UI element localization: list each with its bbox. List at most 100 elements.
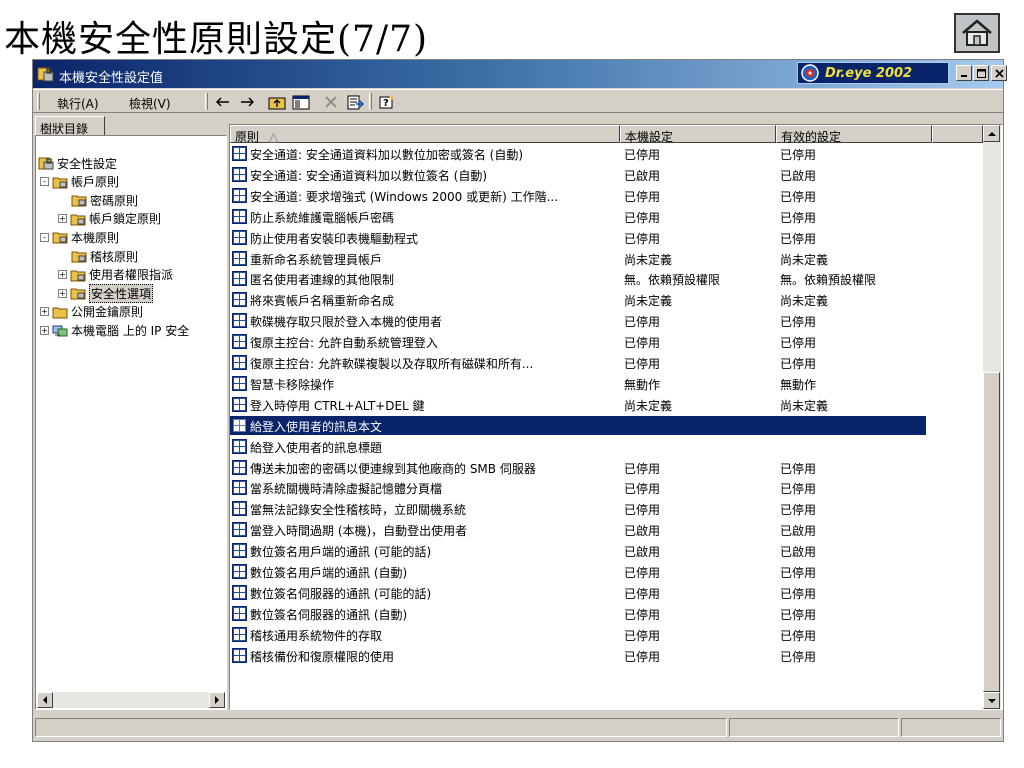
menu-action[interactable]: 執行(A) (57, 95, 99, 112)
export-list-button[interactable] (345, 93, 365, 111)
delete-button[interactable] (321, 93, 341, 111)
status-bar (33, 716, 1003, 740)
collapse-icon[interactable]: - (40, 232, 49, 242)
table-row[interactable]: 給登入使用者的訊息標題 (230, 437, 926, 456)
table-row[interactable]: 稽核備份和復原權限的使用 已停用 已停用 (230, 646, 926, 665)
tree-item[interactable]: + 本機電腦 上的 IP 安全 (40, 321, 189, 339)
table-row[interactable]: 軟碟機存取只限於登入本機的使用者 已停用 已停用 (230, 311, 926, 330)
expand-icon[interactable]: + (58, 288, 67, 298)
policy-icon (232, 271, 247, 287)
tree-item[interactable]: + 安全性選項 (58, 283, 154, 303)
local-setting: 無動作 (624, 377, 661, 392)
dreye-toolbar[interactable]: Dr.eye 2002 (797, 62, 949, 84)
table-row[interactable]: 數位簽名伺服器的通訊 (自動) 已停用 已停用 (230, 604, 926, 623)
policy-name: 給登入使用者的訊息標題 (250, 440, 383, 455)
table-row[interactable]: 安全通道: 安全通道資料加以數位簽名 (自動) 已啟用 已啟用 (230, 165, 926, 184)
tree-item[interactable]: - 帳戶原則 (40, 173, 119, 191)
scroll-right-button[interactable] (209, 692, 225, 708)
table-row[interactable]: 當無法記錄安全性稽核時，立即關機系統 已停用 已停用 (230, 499, 926, 518)
table-row[interactable]: 防止系統維護電腦帳戶密碼 已停用 已停用 (230, 207, 926, 226)
window-title-bar[interactable]: 本機安全性設定值 Dr.eye 2002 (33, 60, 1007, 88)
table-row[interactable]: 防止使用者安裝印表機驅動程式 已停用 已停用 (230, 228, 926, 247)
dreye-label: Dr.eye 2002 (825, 65, 913, 81)
policy-name: 稽核備份和復原權限的使用 (250, 649, 395, 664)
toolbar-grip[interactable] (369, 93, 372, 110)
forward-button[interactable] (237, 93, 257, 111)
close-button[interactable] (991, 65, 1007, 81)
tree-item[interactable]: 密碼原則 (71, 191, 138, 209)
local-setting: 已停用 (624, 566, 661, 580)
back-arrow-icon (216, 97, 229, 107)
column-header-label: 原則 (235, 130, 260, 144)
expand-icon[interactable]: + (40, 307, 49, 317)
tree-item[interactable]: 稽核原則 (71, 247, 138, 265)
table-row[interactable]: 復原主控台: 允許自動系統管理登入 已停用 已停用 (230, 332, 926, 351)
tab-tree[interactable]: 樹狀目錄 (35, 116, 105, 136)
collapse-icon[interactable]: - (40, 177, 49, 187)
effective-setting: 已停用 (780, 315, 817, 330)
scroll-left-button[interactable] (37, 692, 53, 708)
tree-item[interactable]: + 公開金鑰原則 (40, 303, 143, 321)
table-row[interactable]: 安全通道: 安全通道資料加以數位加密或簽名 (自動) 已停用 已停用 (230, 144, 926, 163)
scroll-thumb[interactable] (983, 372, 1000, 692)
toolbar-grip[interactable] (37, 93, 40, 110)
tree-item[interactable]: + 帳戶鎖定原則 (58, 210, 161, 228)
table-row[interactable]: 匿名使用者連線的其他限制 無。依賴預設權限 無。依賴預設權限 (230, 269, 926, 288)
tree-item[interactable]: + 使用者權限指派 (58, 266, 173, 284)
expand-icon[interactable]: + (40, 325, 49, 335)
table-row[interactable]: 傳送未加密的密碼以便連線到其他廠商的 SMB 伺服器 已停用 已停用 (230, 458, 926, 477)
policy-icon (232, 459, 247, 475)
policy-name: 軟碟機存取只限於登入本機的使用者 (250, 315, 443, 330)
policy-name: 安全通道: 安全通道資料加以數位加密或簽名 (自動) (250, 148, 524, 162)
tree-view[interactable]: 安全性設定 - 帳戶原則 密碼原則 + 帳戶鎖定原則 - 本機原則 稽核原則 + 使用者權限指派 + 安… (35, 135, 227, 710)
table-row[interactable]: 安全通道: 要求增強式 (Windows 2000 或更新) 工作階... 已停用… (230, 186, 926, 205)
policy-icon (232, 647, 247, 663)
expand-icon[interactable]: + (58, 214, 67, 224)
table-row[interactable]: 當登入時間過期 (本機)，自動登出使用者 已啟用 已啟用 (230, 520, 926, 539)
effective-setting: 尚未定義 (780, 252, 829, 267)
scroll-up-button[interactable] (983, 125, 1000, 142)
table-row[interactable]: 當系統關機時清除虛擬記憶體分頁檔 已停用 已停用 (230, 478, 926, 497)
policy-icon (232, 605, 247, 621)
policy-icon (232, 396, 247, 412)
up-one-level-button[interactable] (267, 93, 287, 111)
tree-item[interactable]: 安全性設定 (38, 154, 117, 172)
tree-horizontal-scrollbar[interactable] (37, 692, 225, 708)
table-row[interactable]: 數位簽名用戶端的通訊 (自動) 已停用 已停用 (230, 562, 926, 581)
expand-icon[interactable]: + (58, 270, 67, 280)
tree-item-label: 安全性設定 (57, 156, 118, 171)
dreye-logo-icon (801, 64, 819, 82)
arrow-left-icon (43, 696, 47, 704)
menu-view[interactable]: 檢視(V) (129, 95, 171, 112)
policy-name: 安全通道: 要求增強式 (Windows 2000 或更新) 工作階... (250, 189, 559, 204)
toolbar-grip[interactable] (205, 93, 208, 110)
scroll-down-button[interactable] (983, 692, 1000, 709)
policy-icon (232, 229, 247, 245)
table-row[interactable]: 數位簽名伺服器的通訊 (可能的話) 已停用 已停用 (230, 583, 926, 602)
policy-name: 安全通道: 安全通道資料加以數位簽名 (自動) (250, 168, 488, 183)
table-row[interactable]: 登入時停用 CTRL+ALT+DEL 鍵 尚未定義 尚未定義 (230, 395, 926, 414)
policy-icon (232, 438, 247, 454)
policy-folder-icon (70, 214, 86, 226)
table-row[interactable]: 復原主控台: 允許軟碟複製以及存取所有磁碟和所有... 已停用 已停用 (230, 353, 926, 372)
home-button[interactable] (954, 13, 1000, 53)
effective-setting: 已停用 (780, 148, 817, 162)
minimize-button[interactable] (956, 65, 972, 81)
column-header-local-setting[interactable]: 本機設定 (620, 125, 776, 144)
table-row[interactable]: 將來賓帳戶名稱重新命名成 尚未定義 尚未定義 (230, 290, 926, 309)
tree-item[interactable]: - 本機原則 (40, 228, 119, 246)
local-setting: 已啟用 (624, 168, 661, 183)
column-header-effective-setting[interactable]: 有效的設定 (776, 125, 932, 144)
help-button[interactable]: ? (377, 93, 397, 111)
table-row[interactable]: 重新命名系統管理員帳戶 尚未定義 尚未定義 (230, 249, 926, 268)
column-header-policy[interactable]: 原則 △ (230, 125, 620, 144)
back-button[interactable] (213, 93, 233, 111)
table-row[interactable]: 智慧卡移除操作 無動作 無動作 (230, 374, 926, 393)
table-row[interactable]: 稽核通用系統物件的存取 已停用 已停用 (230, 625, 926, 644)
table-row[interactable]: 給登入使用者的訊息本文 (230, 415, 926, 435)
local-setting: 已停用 (624, 148, 661, 162)
list-vertical-scrollbar[interactable] (983, 125, 1001, 709)
maximize-button[interactable] (973, 65, 989, 81)
show-hide-tree-button[interactable] (291, 93, 311, 111)
table-row[interactable]: 數位簽名用戶端的通訊 (可能的話) 已啟用 已啟用 (230, 541, 926, 560)
